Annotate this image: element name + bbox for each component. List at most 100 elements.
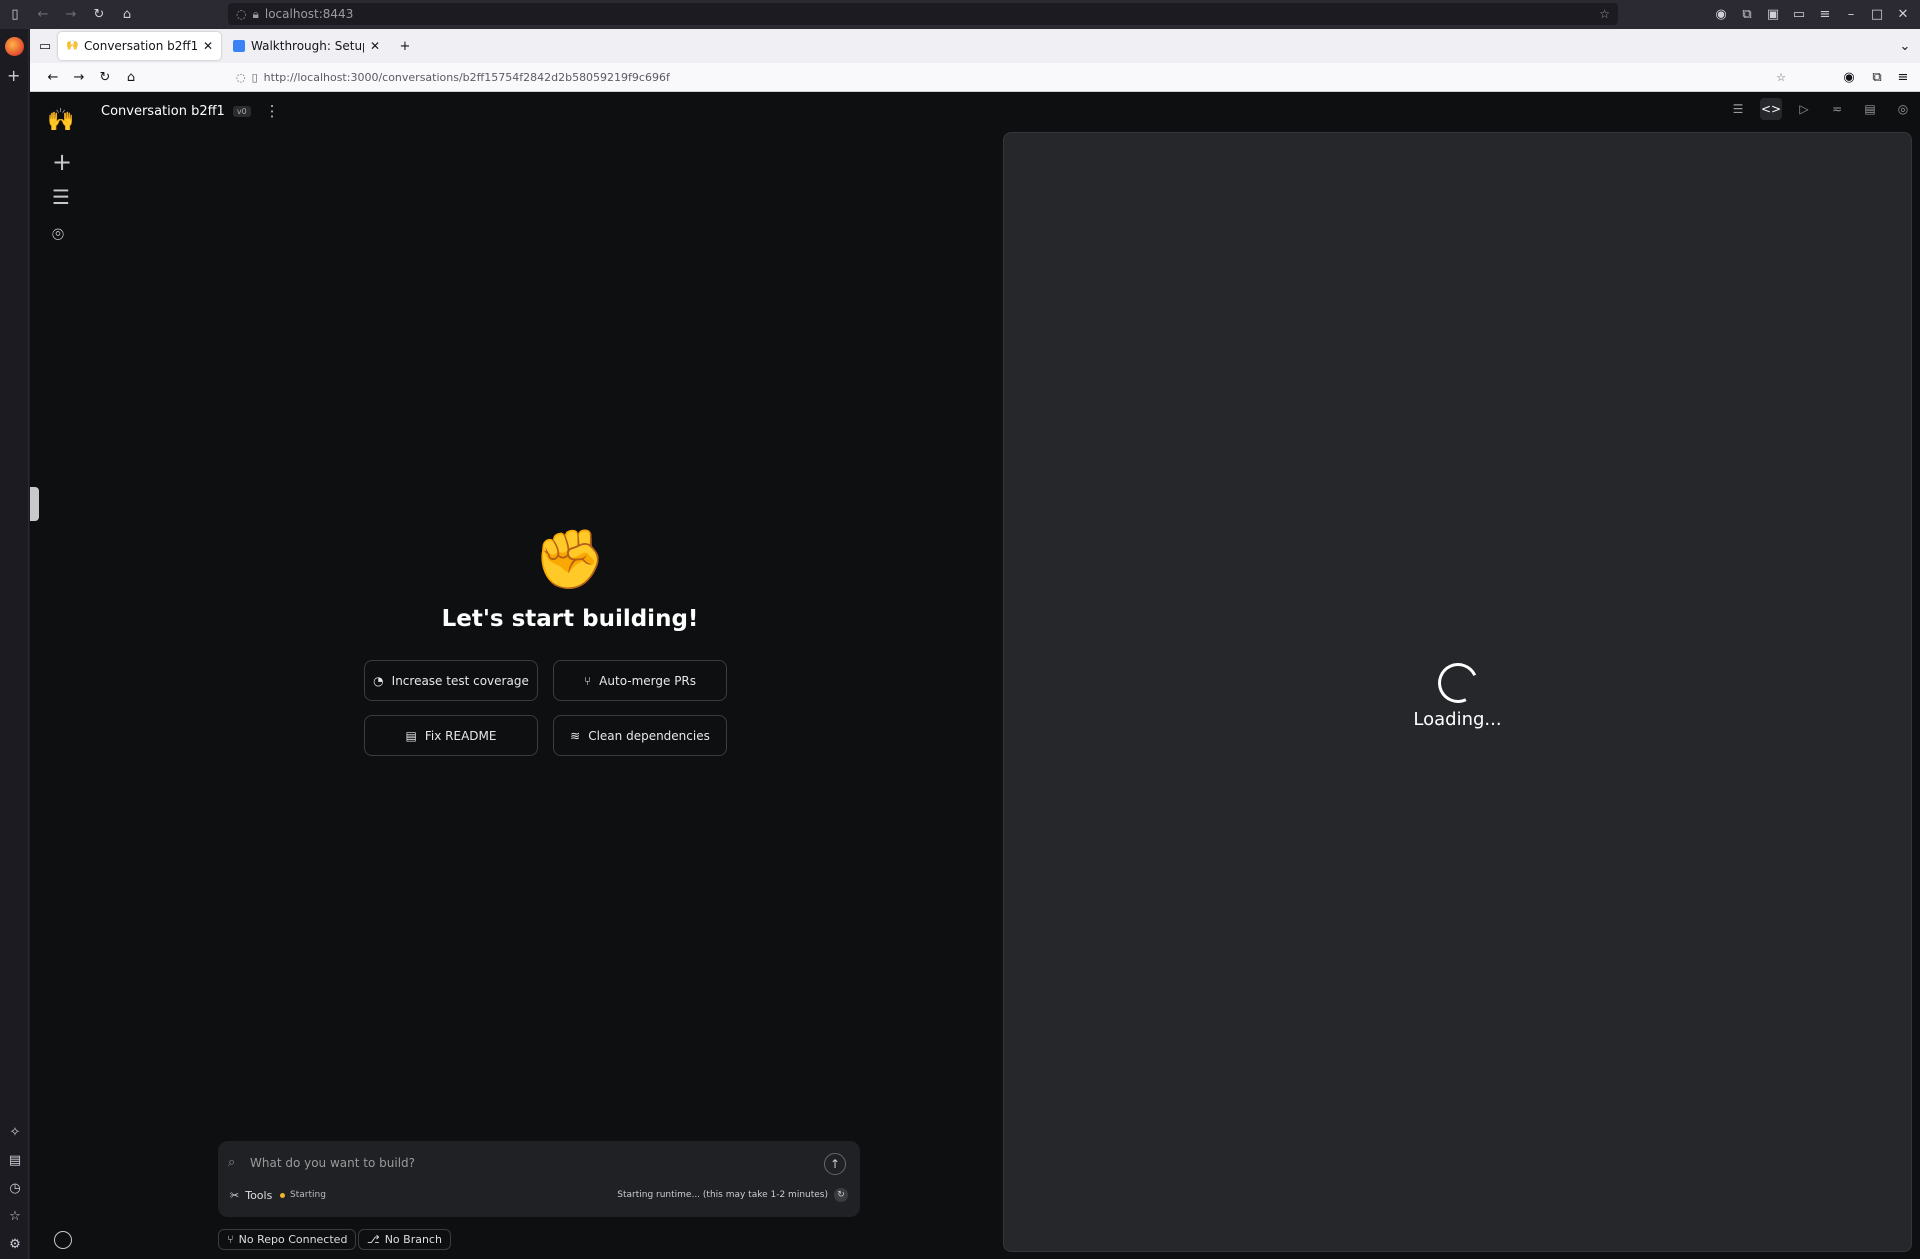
openhands-favicon-icon: 🙌 xyxy=(66,40,79,51)
attach-file-icon[interactable]: ⌕ xyxy=(228,1155,235,1170)
account-icon[interactable]: ◉ xyxy=(1712,5,1730,23)
vscode-favicon-icon xyxy=(233,40,245,52)
chat-composer: ⌕ ↑ ✂ Tools Starting Starting runtime...… xyxy=(218,1141,860,1217)
extensions-icon[interactable]: ⧉ xyxy=(1868,68,1886,86)
loading-indicator: Loading... xyxy=(1004,657,1911,730)
app-preview-icon[interactable]: ▤ xyxy=(1859,98,1881,120)
list-all-tabs-icon[interactable]: ⌄ xyxy=(1896,37,1914,55)
user-profile-icon[interactable] xyxy=(54,1231,72,1249)
ai-sparkle-icon[interactable]: ✧ xyxy=(6,1123,24,1141)
shield-icon: ◌ xyxy=(236,71,246,84)
maximize-icon[interactable]: □ xyxy=(1868,5,1886,23)
terminal-icon[interactable]: ▷ xyxy=(1793,98,1815,120)
new-tab-icon[interactable]: + xyxy=(396,37,414,55)
robot-icon[interactable]: ⌾ xyxy=(52,222,64,246)
reload-icon[interactable]: ↻ xyxy=(90,6,108,24)
jupyter-icon[interactable]: ≂ xyxy=(1826,98,1848,120)
new-conversation-icon[interactable]: + xyxy=(52,148,72,176)
settings-gear-icon[interactable]: ⚙ xyxy=(6,1235,24,1253)
menu-icon[interactable]: ≡ xyxy=(1816,5,1834,23)
home-icon[interactable]: ⌂ xyxy=(118,6,136,24)
suggestion-label: Clean dependencies xyxy=(588,728,710,743)
navigation-toolbar: ← → ↻ ⌂ ◌ ▯ http://localhost:3000/conver… xyxy=(30,63,1920,92)
account-icon[interactable]: ◉ xyxy=(1840,68,1858,86)
branch-selector[interactable]: ⎇ No Branch xyxy=(358,1229,451,1250)
runtime-status: Starting runtime... (this may take 1-2 m… xyxy=(617,1188,848,1202)
suggestion-auto-merge-prs[interactable]: ⑂ Auto-merge PRs xyxy=(553,660,727,701)
close-tab-icon[interactable]: ✕ xyxy=(203,39,213,53)
more-options-icon[interactable]: ⋮ xyxy=(265,102,280,120)
workspace-panel: Loading... xyxy=(1003,132,1912,1252)
repo-label: No Repo Connected xyxy=(238,1233,348,1246)
git-pull-request-icon: ⑂ xyxy=(583,673,592,688)
lines-icon: ≋ xyxy=(570,728,581,743)
outer-url-text: localhost:8443 xyxy=(264,7,354,21)
close-window-icon[interactable]: ✕ xyxy=(1894,5,1912,23)
bookmark-star-icon[interactable]: ☆ xyxy=(1776,71,1786,84)
synced-tabs-icon[interactable]: ▤ xyxy=(6,1151,24,1169)
tab-conversation[interactable]: 🙌 Conversation b2ff1 | Ope ✕ xyxy=(58,32,221,60)
tab-strip: ▭ 🙌 Conversation b2ff1 | Ope ✕ Walkthrou… xyxy=(30,29,1920,63)
history-icon[interactable]: ◷ xyxy=(6,1179,24,1197)
tab-label: Walkthrough: Setup VS C xyxy=(251,39,364,53)
bookmarks-icon[interactable]: ☆ xyxy=(6,1207,24,1225)
menu-icon[interactable]: ≡ xyxy=(1894,68,1912,86)
tab-label: Conversation b2ff1 | Ope xyxy=(84,39,197,53)
repo-icon: ⑂ xyxy=(227,1233,234,1246)
tools-button[interactable]: ✂ Tools xyxy=(230,1189,272,1202)
welcome-section: ✊ Let's start building! xyxy=(330,530,810,632)
suggestion-label: Auto-merge PRs xyxy=(599,673,697,688)
app-sidebar: 🙌 + ☰ ⌾ xyxy=(30,92,98,1259)
send-button[interactable]: ↑ xyxy=(824,1153,846,1175)
conversations-list-icon[interactable]: ☰ xyxy=(52,185,70,209)
runtime-status-text: Starting runtime... (this may take 1-2 m… xyxy=(617,1190,828,1200)
outer-address-bar[interactable]: ◌ 🔒︎ localhost:8443 ☆ xyxy=(228,3,1618,25)
tools-label: Tools xyxy=(245,1189,273,1202)
panel-resize-handle[interactable] xyxy=(30,487,39,521)
forward-icon[interactable]: → xyxy=(62,6,80,24)
tab-overview-icon[interactable]: ▭ xyxy=(36,37,54,55)
lock-icon: 🔒︎ xyxy=(252,6,259,21)
welcome-heading: Let's start building! xyxy=(441,606,699,632)
close-tab-icon[interactable]: ✕ xyxy=(370,39,380,53)
suggestion-clean-dependencies[interactable]: ≋ Clean dependencies xyxy=(553,715,727,756)
minimize-icon[interactable]: – xyxy=(1842,5,1860,23)
address-bar[interactable]: ◌ ▯ http://localhost:3000/conversations/… xyxy=(236,66,1786,89)
branch-label: No Branch xyxy=(384,1233,442,1246)
changes-list-icon[interactable]: ☰ xyxy=(1727,98,1749,120)
forward-icon[interactable]: → xyxy=(70,68,88,86)
browser-globe-icon[interactable]: ◎ xyxy=(1892,98,1914,120)
url-text: http://localhost:3000/conversations/b2ff… xyxy=(263,71,670,84)
container-icon[interactable]: ▣ xyxy=(1764,5,1782,23)
suggestion-increase-test-coverage[interactable]: ◔ Increase test coverage xyxy=(364,660,538,701)
add-icon[interactable]: + xyxy=(7,66,20,85)
code-editor-icon[interactable]: <> xyxy=(1760,98,1782,120)
extensions-icon[interactable]: ⧉ xyxy=(1738,5,1756,23)
home-icon[interactable]: ⌂ xyxy=(122,68,140,86)
sidebar-toggle-icon[interactable]: ▯ xyxy=(6,6,24,24)
conversation-title[interactable]: Conversation b2ff1 xyxy=(101,104,225,119)
screenshot-icon[interactable]: ▭ xyxy=(1790,5,1808,23)
suggestion-fix-readme[interactable]: ▤ Fix README xyxy=(364,715,538,756)
outer-sidebar: + ✧ ▤ ◷ ☆ ⚙ xyxy=(0,29,29,1259)
status-dot xyxy=(280,1192,285,1198)
tools-icon: ✂ xyxy=(230,1189,240,1202)
openhands-app: 🙌 + ☰ ⌾ Conversation b2ff1 v0 ⋮ ☰ <> ▷ ≂… xyxy=(30,92,1920,1259)
reload-icon[interactable]: ↻ xyxy=(96,68,114,86)
bookmark-star-icon[interactable]: ☆ xyxy=(1599,7,1610,21)
shield-icon: ◌ xyxy=(236,7,247,21)
back-icon[interactable]: ← xyxy=(44,68,62,86)
suggestion-label: Fix README xyxy=(424,728,497,743)
firefox-logo-icon[interactable] xyxy=(5,37,24,56)
version-badge: v0 xyxy=(232,105,251,117)
back-icon[interactable]: ← xyxy=(34,6,52,24)
conversation-header: Conversation b2ff1 v0 ⋮ xyxy=(101,102,280,120)
document-icon: ▤ xyxy=(405,728,417,743)
repo-selector[interactable]: ⑂ No Repo Connected xyxy=(218,1229,357,1250)
agent-status: Starting xyxy=(280,1190,326,1200)
openhands-logo-icon[interactable]: 🙌 xyxy=(47,108,74,133)
outer-browser-toolbar: ▯ ← → ↻ ⌂ ◌ 🔒︎ localhost:8443 ☆ ◉ ⧉ ▣ ▭ … xyxy=(0,0,1920,29)
chat-input[interactable] xyxy=(250,1151,810,1175)
runtime-spinner-icon: ↻ xyxy=(834,1188,848,1202)
tab-walkthrough[interactable]: Walkthrough: Setup VS C ✕ xyxy=(225,32,388,60)
